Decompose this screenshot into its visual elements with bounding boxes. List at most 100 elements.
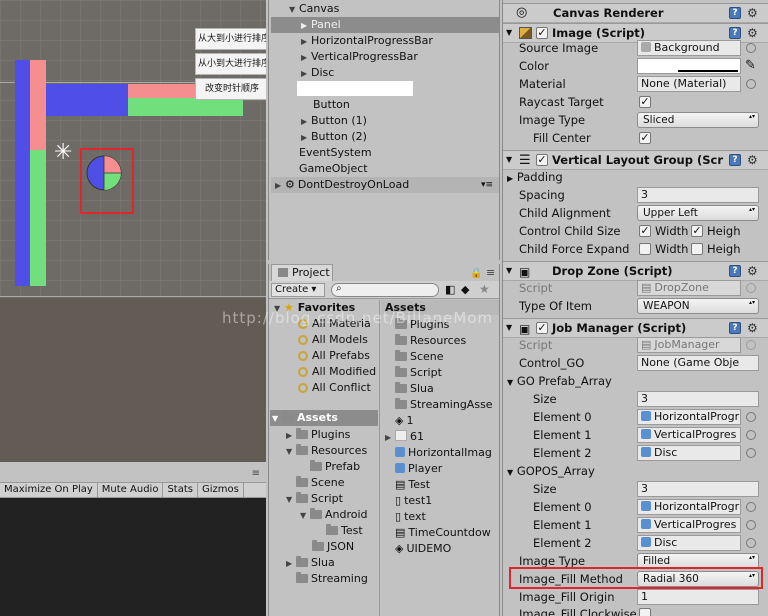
tree-plugins[interactable]: ▶ Plugins <box>286 427 350 443</box>
hierarchy-item-button-2[interactable]: ▶ Button (2) <box>301 129 367 145</box>
maximize-on-play-button[interactable]: Maximize On Play <box>0 483 98 497</box>
material-field[interactable]: None (Material) <box>637 76 741 92</box>
favorite-star-icon[interactable]: ★ <box>479 282 490 296</box>
gopos-element-0-field[interactable]: HorizontalProgr <box>637 499 741 515</box>
expand-arrow-icon[interactable]: ▼ <box>506 151 512 169</box>
stats-button[interactable]: Stats <box>163 483 198 497</box>
help-icon[interactable]: ? <box>729 322 741 334</box>
asset-test[interactable]: ▤ Test <box>395 477 430 493</box>
prefab-size-input[interactable]: 3 <box>637 391 759 407</box>
lock-icon[interactable]: 🔒 <box>470 268 482 279</box>
favorite-all-models[interactable]: All Models <box>298 332 368 348</box>
vertical-layout-header[interactable]: ▼ ☰ ✓ Vertical Layout Group (Scr ? ⚙ <box>503 150 768 170</box>
drop-zone-header[interactable]: ▼ ▣ Drop Zone (Script) ? ⚙ <box>503 261 768 281</box>
object-picker-icon[interactable] <box>746 448 756 458</box>
collapse-arrow-icon[interactable]: ▶ <box>286 556 296 572</box>
mute-audio-button[interactable]: Mute Audio <box>98 483 164 497</box>
help-icon[interactable]: ? <box>729 154 741 166</box>
collapse-arrow-icon[interactable]: ▶ <box>301 66 311 82</box>
project-tab[interactable]: Project <box>271 264 333 281</box>
object-picker-icon[interactable] <box>746 430 756 440</box>
fill-clockwise-checkbox[interactable] <box>639 608 651 616</box>
job-manager-header[interactable]: ▼ ▣ ✓ Job Manager (Script) ? ⚙ <box>503 318 768 338</box>
gopos-element-1-field[interactable]: VerticalProgres <box>637 517 741 533</box>
tree-android[interactable]: ▼ Android <box>300 507 368 523</box>
hierarchy-item-canvas[interactable]: ▼ Canvas <box>289 1 339 17</box>
collapse-arrow-icon[interactable]: ▶ <box>301 18 311 34</box>
asset-uidemo[interactable]: ◈ UIDEMO <box>395 541 451 557</box>
source-image-field[interactable]: Background <box>637 40 741 56</box>
expand-width-checkbox[interactable] <box>639 243 651 255</box>
favorite-all-modified[interactable]: All Modified <box>298 364 376 380</box>
asset-timecountdown[interactable]: ▤ TimeCountdow <box>395 525 491 541</box>
fill-center-checkbox[interactable]: ✓ <box>639 132 651 144</box>
job-manager-enabled-checkbox[interactable]: ✓ <box>536 322 548 334</box>
asset-texture-61[interactable]: ▶ 61 <box>385 429 424 445</box>
expand-arrow-icon[interactable]: ▼ <box>506 319 512 337</box>
fill-origin-input[interactable]: 1 <box>637 589 759 605</box>
filter-label-icon[interactable]: ◆ <box>461 283 469 296</box>
tree-json[interactable]: JSON <box>312 539 354 555</box>
gear-icon[interactable]: ⚙ <box>747 322 758 334</box>
asset-player[interactable]: Player <box>395 461 442 477</box>
object-picker-icon[interactable] <box>746 520 756 530</box>
gopos-array-foldout[interactable]: ▼ GOPOS_Array <box>507 463 595 479</box>
prefab-element-2-field[interactable]: Disc <box>637 445 741 461</box>
expand-arrow-icon[interactable]: ▼ <box>507 468 513 477</box>
asset-horizontalimage[interactable]: HorizontalImag <box>395 445 492 461</box>
object-picker-icon[interactable] <box>746 538 756 548</box>
scene-button-change-clockwise[interactable]: 改变时针顺序 <box>195 78 266 100</box>
asset-slua[interactable]: Slua <box>395 381 434 397</box>
menu-icon[interactable]: ≡ <box>252 468 260 479</box>
scene-button-sort-asc[interactable]: 从小到大进行排序 <box>195 53 266 75</box>
control-height-checkbox[interactable]: ✓ <box>691 225 703 237</box>
favorite-all-conflict[interactable]: All Conflict <box>298 380 371 396</box>
prefab-element-0-field[interactable]: HorizontalProgr <box>637 409 741 425</box>
hierarchy-item-redacted[interactable] <box>297 81 413 96</box>
expand-arrow-icon[interactable]: ▼ <box>506 24 512 42</box>
tree-assets[interactable]: ▼ Assets <box>270 410 378 426</box>
image-enabled-checkbox[interactable]: ✓ <box>536 27 548 39</box>
tree-scene[interactable]: Scene <box>296 475 345 491</box>
collapse-arrow-icon[interactable]: ▶ <box>301 130 311 146</box>
tree-test[interactable]: Test <box>326 523 363 539</box>
favorite-all-prefabs[interactable]: All Prefabs <box>298 348 370 364</box>
gopos-size-input[interactable]: 3 <box>637 481 759 497</box>
expand-arrow-icon[interactable]: ▼ <box>506 262 512 280</box>
hierarchy-item-disc[interactable]: ▶ Disc <box>301 65 334 81</box>
collapse-arrow-icon[interactable]: ▶ <box>507 174 513 183</box>
prefab-element-1-field[interactable]: VerticalProgres <box>637 427 741 443</box>
tree-prefab[interactable]: Prefab <box>310 459 360 475</box>
control-go-field[interactable]: None (Game Obje <box>637 355 759 371</box>
object-picker-icon[interactable] <box>746 412 756 422</box>
canvas-renderer-header[interactable]: ◎ Canvas Renderer ? ⚙ <box>503 3 768 23</box>
spacing-input[interactable]: 3 <box>637 187 759 203</box>
tree-streaming[interactable]: Streaming <box>296 571 368 587</box>
object-picker-icon[interactable] <box>746 79 756 89</box>
asset-text[interactable]: ▯ text <box>395 509 426 525</box>
scene-view[interactable]: 从大到小进行排序 从小到大进行排序 改变时针顺序 ✳ <box>0 0 266 462</box>
scene-button-sort-desc[interactable]: 从大到小进行排序 <box>195 28 266 50</box>
raycast-target-checkbox[interactable]: ✓ <box>639 96 651 108</box>
control-width-checkbox[interactable]: ✓ <box>639 225 651 237</box>
create-button[interactable]: Create ▾ <box>271 283 325 297</box>
filter-type-icon[interactable]: ◧ <box>445 283 455 296</box>
asset-resources[interactable]: Resources <box>395 333 466 349</box>
collapse-arrow-icon[interactable]: ▶ <box>301 114 311 130</box>
asset-streamingassets[interactable]: StreamingAsse <box>395 397 493 413</box>
gopos-element-2-field[interactable]: Disc <box>637 535 741 551</box>
expand-arrow-icon[interactable]: ▼ <box>272 411 282 427</box>
game-view[interactable] <box>0 498 266 616</box>
gear-icon[interactable]: ⚙ <box>747 27 758 39</box>
scene-menu-icon[interactable]: ▾≡ <box>481 177 493 193</box>
light-gizmo-icon[interactable]: ✳ <box>54 142 72 164</box>
help-icon[interactable]: ? <box>729 265 741 277</box>
help-icon[interactable]: ? <box>729 27 741 39</box>
gizmos-button[interactable]: Gizmos <box>198 483 244 497</box>
hierarchy-item-panel[interactable]: ▶ Panel <box>271 17 499 33</box>
color-swatch[interactable] <box>637 58 741 74</box>
hierarchy-item-gameobject[interactable]: GameObject <box>299 161 368 177</box>
vlg-enabled-checkbox[interactable]: ✓ <box>536 154 548 166</box>
hierarchy-item-eventsystem[interactable]: EventSystem <box>299 145 372 161</box>
tree-slua[interactable]: ▶ Slua <box>286 555 335 571</box>
